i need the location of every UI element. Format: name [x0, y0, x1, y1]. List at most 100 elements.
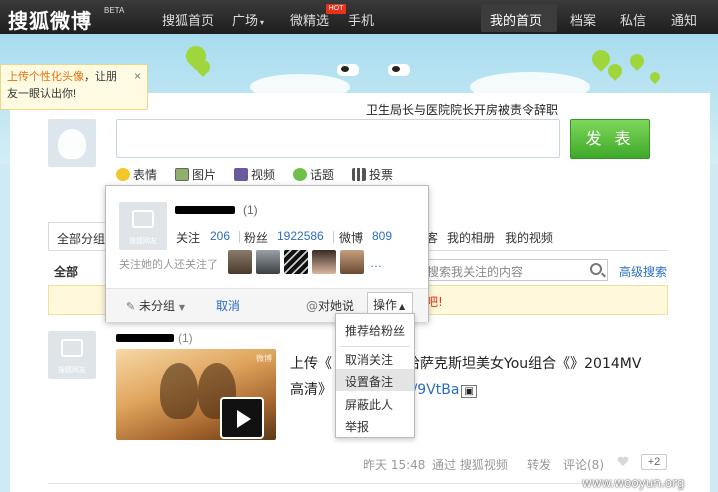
search-input[interactable]: 搜索我关注的内容 [422, 259, 608, 281]
topic-tool[interactable]: 话题 [293, 166, 334, 183]
card-avatar[interactable]: 搜狐网友 [119, 202, 167, 250]
fans-count[interactable]: 1922586 [277, 229, 324, 243]
message-her-link[interactable]: @对她说 [306, 297, 354, 314]
nav-item-featured[interactable]: 微精选 [290, 10, 329, 29]
feed-time[interactable]: 昨天 15:48 [363, 456, 425, 473]
play-icon[interactable] [220, 397, 264, 439]
repost-button[interactable]: 转发 [527, 456, 551, 473]
top-nav-bar: 搜狐微博 BETA 搜狐首页 广场 ▾ 微精选 HOT 手机 我的首页 档案 私信… [0, 0, 718, 34]
emoji-tool[interactable]: 表情 [116, 166, 157, 183]
group-select[interactable]: ✎ 未分组 ▼ [126, 297, 185, 314]
follower-avatar[interactable] [312, 250, 336, 274]
weibo-count[interactable]: 809 [372, 229, 392, 243]
redacted-username [175, 206, 235, 214]
my-avatar[interactable] [48, 119, 96, 167]
search-placeholder: 搜索我关注的内容 [427, 265, 524, 279]
emoji-label: 表情 [133, 168, 158, 182]
nav-item-plaza[interactable]: 广场 ▾ [232, 10, 264, 29]
nav-item-my-home[interactable]: 我的首页 [490, 10, 542, 29]
common-follows-label: 关注她的人还关注了 [119, 258, 218, 271]
feed-source[interactable]: 通过 搜狐视频 [432, 456, 508, 473]
post-composer-input[interactable] [116, 119, 560, 158]
menu-block-user[interactable]: 屏蔽此人 [336, 392, 414, 414]
upload-avatar-tip: 上传个性化头像，让朋 友一眼认出你! × [0, 64, 148, 110]
tab-my-videos[interactable]: 我的视频 [505, 229, 553, 246]
card-avatar-label: 搜狐网友 [129, 238, 157, 245]
unfollow-link[interactable]: 取消 [216, 297, 240, 314]
feed-text-start: 上传《 [290, 356, 332, 372]
nav-item-notifications[interactable]: 通知 [671, 10, 697, 29]
more-follows-link[interactable]: … [370, 256, 382, 270]
card-count: (1) [243, 203, 258, 217]
logo[interactable]: 搜狐微博 [8, 5, 92, 34]
camera-icon [61, 339, 83, 357]
balloon-decoration [647, 69, 663, 85]
tip-text: ，让朋 [84, 71, 117, 83]
tab-all-groups[interactable]: 全部分组 [48, 222, 108, 250]
menu-set-remark[interactable]: 设置备注 [336, 369, 414, 391]
nav-item-mobile[interactable]: 手机 [348, 10, 374, 29]
balloon-decoration [627, 51, 647, 71]
stat-divider [239, 231, 240, 243]
menu-recommend-to-fans[interactable]: 推荐给粉丝 [336, 318, 414, 340]
follower-avatar[interactable] [256, 250, 280, 274]
fans-label: 粉丝 [244, 231, 269, 245]
operations-label: 操作 [373, 298, 398, 312]
like-icon[interactable] [617, 456, 629, 467]
menu-report[interactable]: 举报 [336, 414, 414, 436]
video-link-icon: ▣ [461, 385, 477, 398]
chevron-down-icon: ▾ [260, 18, 265, 27]
topic-icon [293, 168, 307, 181]
group-label: 未分组 [139, 299, 176, 313]
emoji-icon [116, 168, 130, 181]
nav-item-profile[interactable]: 档案 [570, 10, 596, 29]
redacted-username [116, 334, 174, 342]
chevron-up-icon: ▲ [399, 302, 406, 311]
vote-tool[interactable]: 投票 [352, 166, 393, 183]
video-tool[interactable]: 视频 [234, 166, 275, 183]
group-icon: ✎ [126, 300, 136, 313]
image-tool[interactable]: 图片 [175, 166, 216, 183]
hot-badge: HOT [326, 4, 346, 14]
cow-decoration [337, 64, 359, 76]
thumbnail-figure [160, 363, 198, 419]
comment-button[interactable]: 评论(8) [563, 456, 604, 473]
filter-all[interactable]: 全部 [54, 263, 78, 280]
avatar-label: 搜狐网友 [58, 367, 86, 374]
operations-menu: 推荐给粉丝 取消关注 设置备注 屏蔽此人 举报 [335, 313, 415, 438]
message-her-label: 对她说 [318, 299, 355, 313]
thumbnail-badge: 微博 [256, 354, 272, 363]
user-card-popup: 搜狐网友 (1) 关注 206 粉丝 1922586 微博 809 关注她的人还… [105, 185, 429, 322]
advanced-search-link[interactable]: 高级搜索 [619, 263, 667, 280]
search-icon[interactable] [590, 263, 602, 275]
image-label: 图片 [192, 168, 217, 182]
chevron-down-icon: ▼ [178, 303, 186, 312]
follower-avatar[interactable] [340, 250, 364, 274]
watermark: www.wooyun.org [582, 476, 685, 490]
avatar-placeholder-icon [58, 129, 86, 159]
follow-label: 关注 [176, 231, 201, 245]
follower-avatar[interactable] [228, 250, 252, 274]
publish-button[interactable]: 发 表 [570, 119, 650, 159]
feed-count: (1) [178, 331, 193, 345]
plus-count-button[interactable]: +2 [641, 454, 667, 470]
operations-button[interactable]: 操作 ▲ [367, 292, 413, 314]
feed-avatar[interactable]: 搜狐网友 [48, 331, 96, 379]
close-icon[interactable]: × [134, 68, 141, 85]
menu-unfollow[interactable]: 取消关注 [336, 347, 414, 369]
nav-item-messages[interactable]: 私信 [620, 10, 646, 29]
stat-divider [333, 231, 334, 243]
video-icon [234, 168, 248, 181]
feed-text-title: ！哈萨克斯坦美女You组合《》2014MV [392, 356, 642, 372]
tab-my-album[interactable]: 我的相册 [447, 229, 495, 246]
trending-headline[interactable]: 卫生局长与医院院长开房被责令辞职 [366, 101, 558, 118]
beta-badge: BETA [104, 6, 125, 15]
video-label: 视频 [251, 168, 276, 182]
follow-count[interactable]: 206 [210, 229, 230, 243]
nav-item-sohu-home[interactable]: 搜狐首页 [162, 10, 214, 29]
follower-avatar[interactable] [284, 250, 308, 274]
upload-avatar-link[interactable]: 上传个性化头像 [7, 71, 84, 83]
cow-decoration [388, 64, 410, 76]
topic-label: 话题 [310, 168, 335, 182]
nav-plaza-label: 广场 [232, 14, 259, 29]
